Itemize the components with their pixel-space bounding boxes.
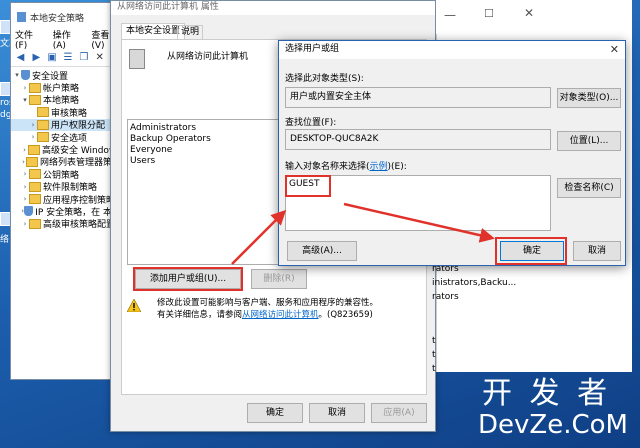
arrow-to-ok-button <box>343 202 495 243</box>
watermark-line1: 开 发 者 <box>482 376 612 411</box>
watermark-line2: DevZe.CoM <box>478 410 628 440</box>
arrow-to-name-field <box>231 209 287 265</box>
